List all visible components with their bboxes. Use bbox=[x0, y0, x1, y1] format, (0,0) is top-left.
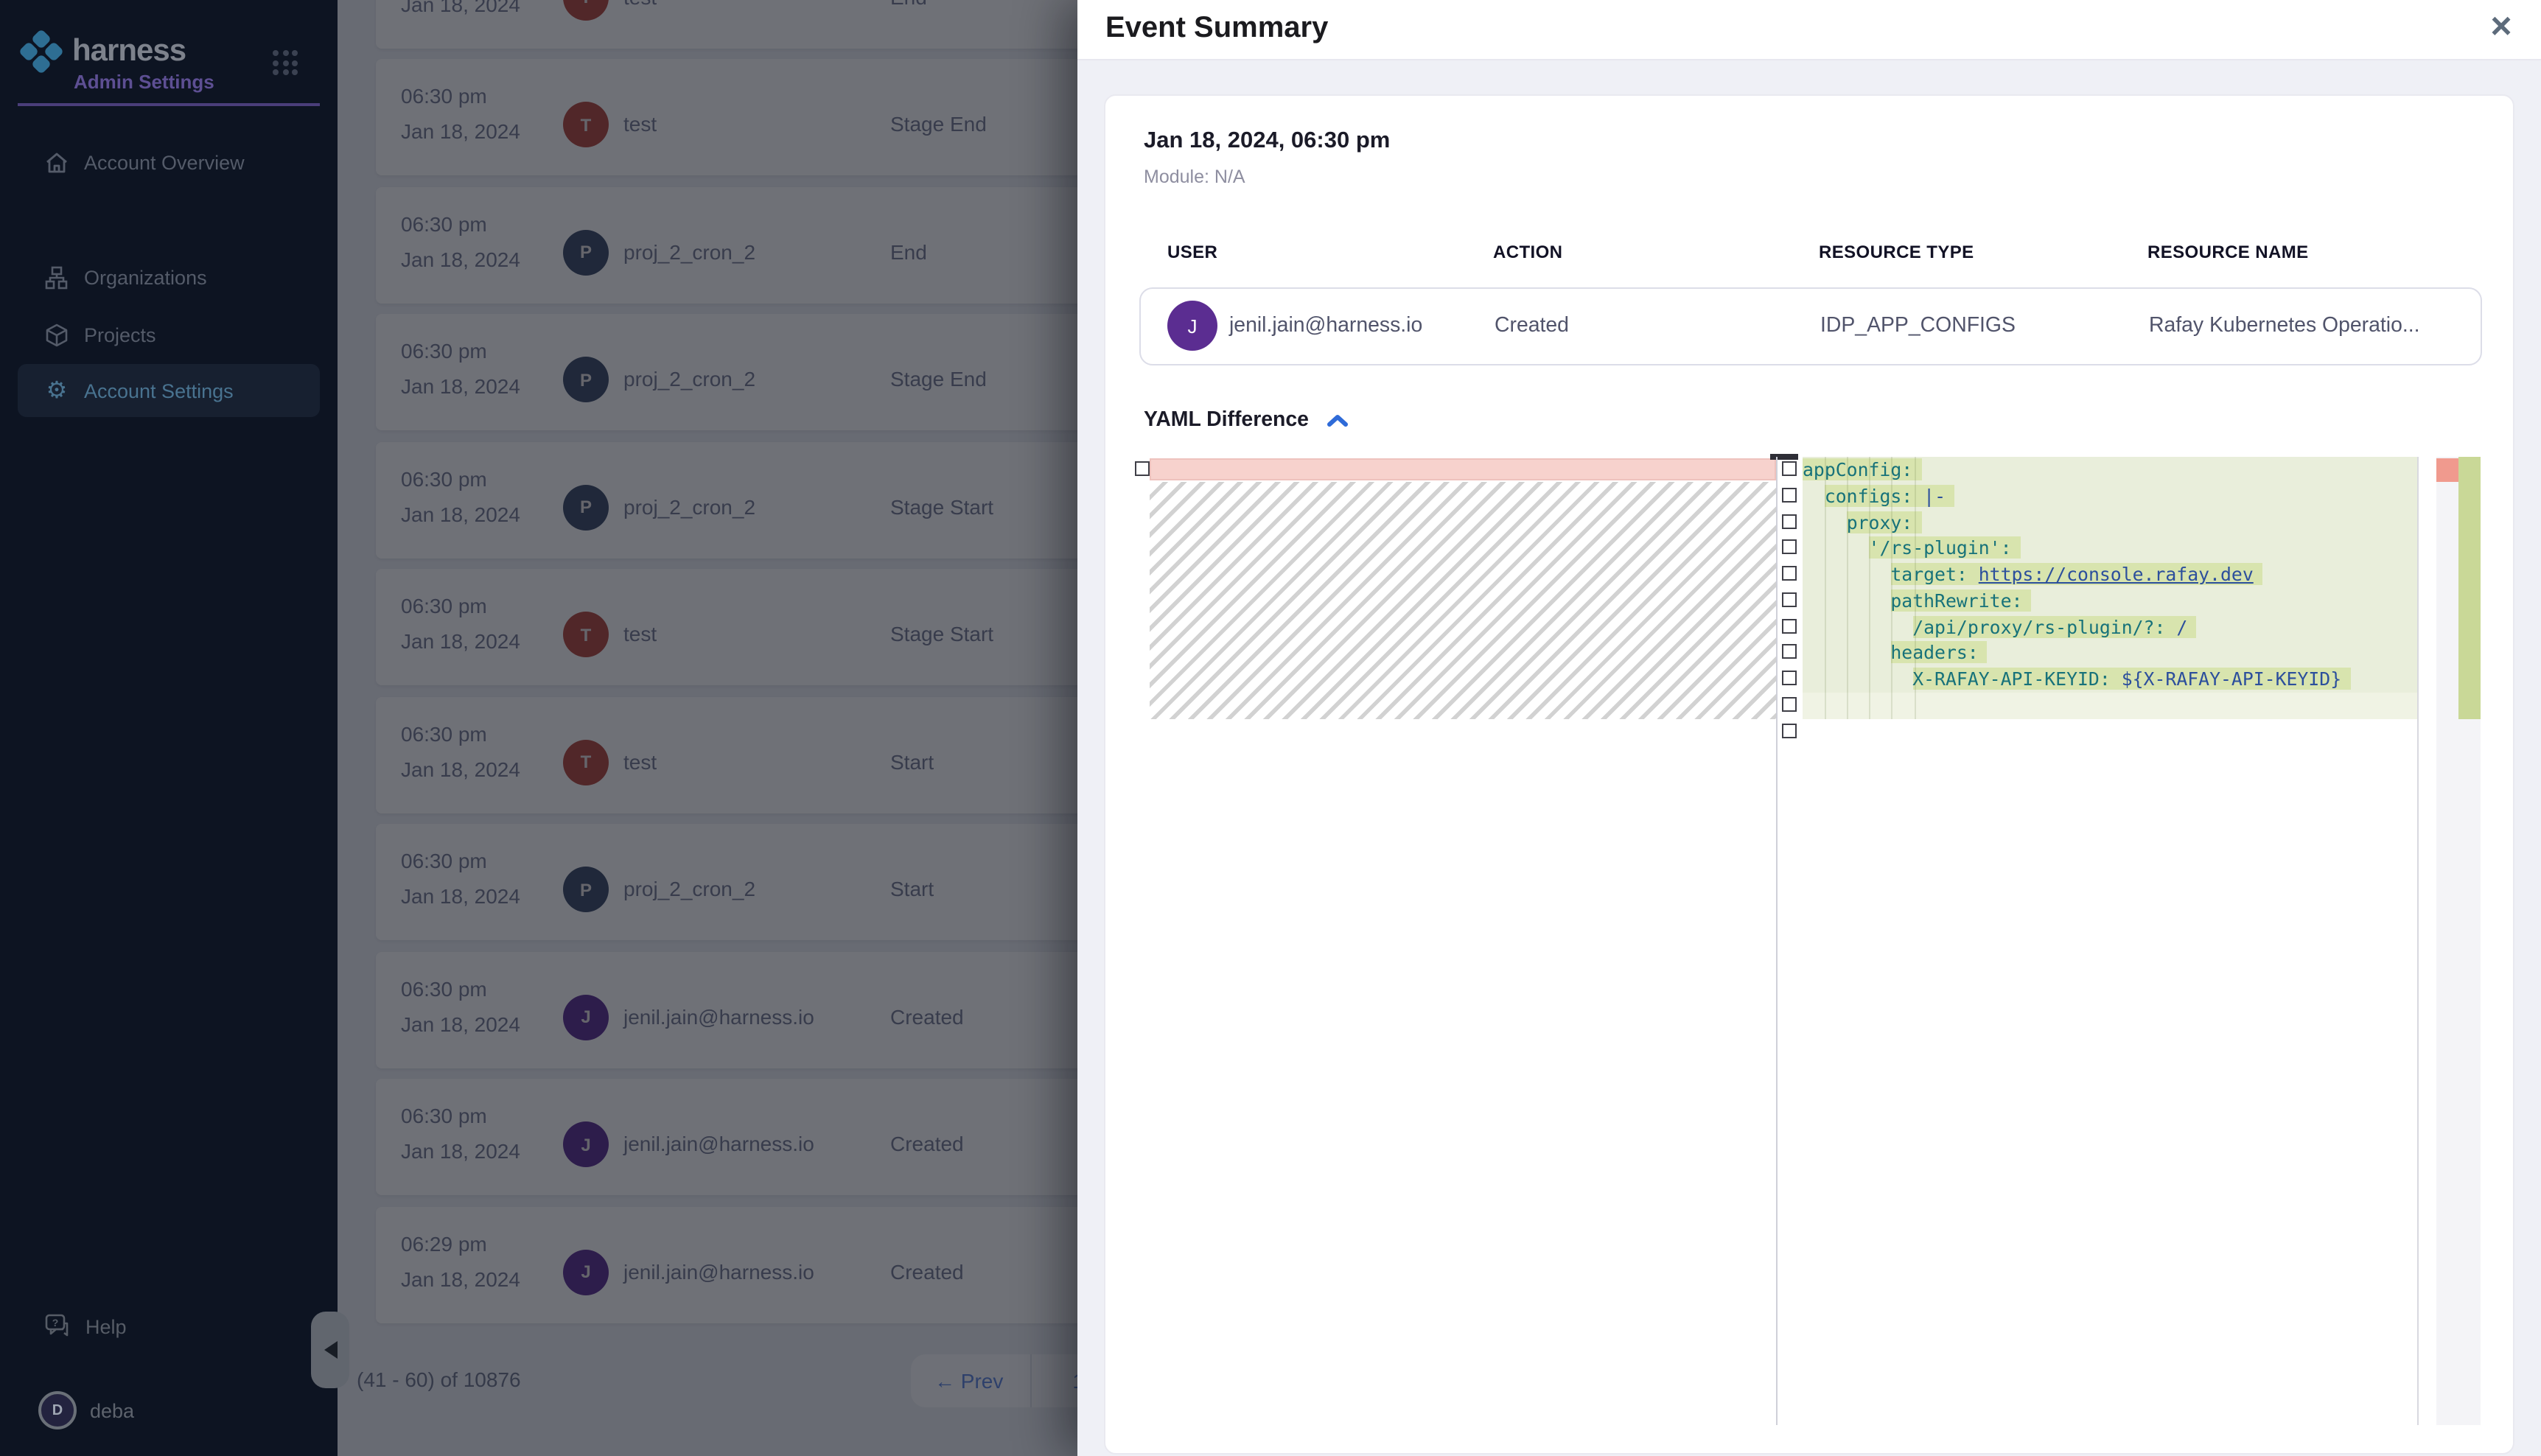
code-line: /api/proxy/rs-plugin/?: / bbox=[1803, 614, 2417, 640]
user-avatar: D bbox=[38, 1391, 77, 1429]
sidebar-item-projects[interactable]: Projects bbox=[18, 308, 320, 361]
diff-fold-marker[interactable] bbox=[1782, 645, 1797, 659]
indent-guide bbox=[1825, 457, 1826, 718]
chevron-up-icon[interactable] bbox=[1327, 412, 1349, 428]
sidebar: harness Admin Settings Account Overview … bbox=[0, 0, 338, 1456]
code-line: '/rs-plugin': bbox=[1803, 536, 2417, 562]
brand-subtitle: Admin Settings bbox=[74, 71, 214, 93]
brand: harness bbox=[19, 29, 186, 74]
cell-resource-type: IDP_APP_CONFIGS bbox=[1820, 314, 2016, 337]
code-line: headers: bbox=[1803, 640, 2417, 667]
col-header-resource-type: RESOURCE TYPE bbox=[1819, 242, 1974, 262]
indent-guide bbox=[1914, 457, 1915, 718]
org-chart-icon bbox=[44, 265, 69, 290]
diff-empty-hatch bbox=[1150, 482, 1776, 719]
cell-action: Created bbox=[1495, 314, 1569, 337]
sidebar-item-account-settings[interactable]: ⚙ Account Settings bbox=[18, 364, 320, 417]
diff-fold-marker[interactable] bbox=[1782, 723, 1797, 738]
avatar: J bbox=[1167, 301, 1217, 351]
diff-fold-marker[interactable] bbox=[1782, 566, 1797, 581]
diff-divider bbox=[1776, 457, 1778, 1425]
sidebar-item-label: Projects bbox=[84, 323, 156, 346]
indent-guide bbox=[1870, 457, 1871, 718]
code-line: proxy: bbox=[1803, 509, 2417, 536]
code-line: target: https://console.rafay.dev bbox=[1803, 561, 2417, 588]
diff-code-border bbox=[2417, 457, 2419, 1425]
diff-fold-marker[interactable] bbox=[1135, 461, 1150, 476]
cube-icon bbox=[44, 322, 69, 347]
sidebar-item-label: Account Overview bbox=[84, 151, 245, 173]
yaml-difference-label: YAML Difference bbox=[1144, 408, 1309, 432]
indent-guide bbox=[1847, 457, 1848, 718]
code-line: pathRewrite: bbox=[1803, 588, 2417, 615]
diff-fold-marker[interactable] bbox=[1782, 592, 1797, 607]
sidebar-item-label: Organizations bbox=[84, 266, 207, 288]
diff-split-sash[interactable] bbox=[1770, 454, 1798, 460]
help-label: Help bbox=[85, 1315, 127, 1337]
collapse-arrow-icon bbox=[324, 1341, 337, 1359]
diff-overview-ruler[interactable] bbox=[2436, 457, 2481, 1425]
ruler-added-mark bbox=[2458, 457, 2481, 719]
code-line-empty bbox=[1803, 693, 2417, 719]
indent-guide bbox=[1892, 457, 1893, 718]
sidebar-collapse-button[interactable] bbox=[311, 1312, 349, 1388]
user-name: deba bbox=[90, 1399, 134, 1421]
ruler-removed-mark bbox=[2436, 458, 2458, 482]
col-header-user: USER bbox=[1167, 242, 1217, 262]
brand-name: harness bbox=[72, 34, 186, 69]
event-card: Jan 18, 2024, 06:30 pm Module: N/A USER … bbox=[1104, 94, 2514, 1455]
sidebar-item-label: Account Settings bbox=[84, 379, 234, 402]
harness-logo-icon bbox=[19, 29, 63, 74]
cell-resource-name: Rafay Kubernetes Operatio... bbox=[2149, 314, 2420, 337]
event-table-row[interactable]: J jenil.jain@harness.io Created IDP_APP_… bbox=[1139, 287, 2482, 365]
event-datetime: Jan 18, 2024, 06:30 pm bbox=[1144, 128, 1390, 155]
diff-fold-marker[interactable] bbox=[1782, 697, 1797, 712]
close-icon[interactable]: × bbox=[2479, 4, 2523, 49]
help-chat-icon: ? bbox=[44, 1313, 71, 1340]
yaml-code-block: appConfig: configs: |- proxy: '/rs-plugi… bbox=[1803, 457, 2417, 718]
sidebar-item-account-overview[interactable]: Account Overview bbox=[18, 136, 320, 189]
drawer-title: Event Summary bbox=[1105, 12, 1328, 46]
event-summary-drawer: Event Summary × Jan 18, 2024, 06:30 pm M… bbox=[1077, 0, 2541, 1456]
code-line: X-RAFAY-API-KEYID: ${X-RAFAY-API-KEYID} bbox=[1803, 666, 2417, 693]
sidebar-item-organizations[interactable]: Organizations bbox=[18, 251, 320, 304]
col-header-resource-name: RESOURCE NAME bbox=[2147, 242, 2309, 262]
diff-fold-marker[interactable] bbox=[1782, 461, 1797, 476]
diff-fold-marker[interactable] bbox=[1782, 618, 1797, 633]
sidebar-user[interactable]: D deba bbox=[38, 1391, 134, 1429]
sidebar-help[interactable]: ? Help bbox=[44, 1313, 127, 1340]
apps-grid-icon[interactable] bbox=[273, 50, 298, 75]
diff-fold-marker[interactable] bbox=[1782, 671, 1797, 685]
gear-icon: ⚙ bbox=[44, 378, 69, 403]
screen: harness Admin Settings Account Overview … bbox=[0, 0, 2541, 1456]
home-icon bbox=[44, 150, 69, 175]
drawer-header: Event Summary × bbox=[1077, 0, 2541, 60]
diff-fold-marker[interactable] bbox=[1782, 514, 1797, 528]
col-header-action: ACTION bbox=[1493, 242, 1562, 262]
yaml-diff-viewer: appConfig: configs: |- proxy: '/rs-plugi… bbox=[1136, 457, 2500, 1425]
diff-added-pane: appConfig: configs: |- proxy: '/rs-plugi… bbox=[1803, 457, 2417, 1425]
event-module: Module: N/A bbox=[1144, 167, 1245, 187]
diff-removed-line bbox=[1150, 458, 1776, 480]
diff-fold-marker[interactable] bbox=[1782, 540, 1797, 555]
code-line: configs: |- bbox=[1803, 483, 2417, 510]
svg-text:?: ? bbox=[52, 1317, 59, 1329]
diff-fold-marker[interactable] bbox=[1782, 488, 1797, 503]
cell-user: jenil.jain@harness.io bbox=[1229, 314, 1422, 337]
sidebar-divider bbox=[18, 103, 320, 106]
code-line: appConfig: bbox=[1803, 457, 2417, 483]
